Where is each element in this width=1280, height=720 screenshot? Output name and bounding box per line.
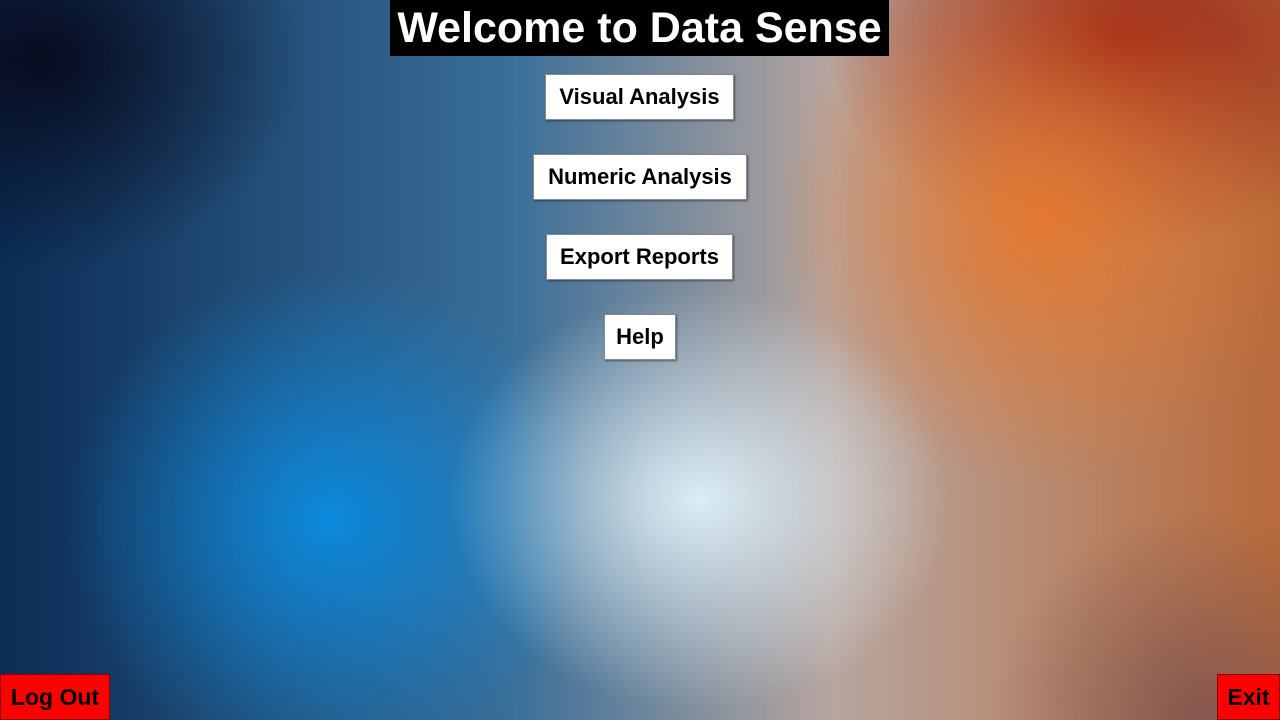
log-out-button[interactable]: Log Out — [0, 674, 110, 720]
export-reports-button[interactable]: Export Reports — [546, 234, 733, 280]
help-button[interactable]: Help — [604, 314, 676, 360]
page-title: Welcome to Data Sense — [390, 0, 889, 56]
exit-button[interactable]: Exit — [1217, 674, 1280, 720]
visual-analysis-button[interactable]: Visual Analysis — [545, 74, 734, 120]
numeric-analysis-button[interactable]: Numeric Analysis — [533, 154, 747, 200]
